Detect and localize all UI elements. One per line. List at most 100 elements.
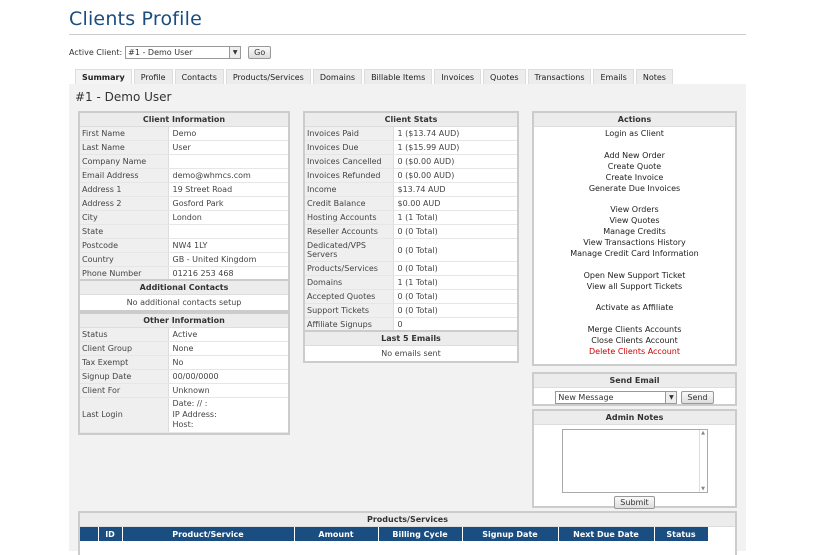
- select-column-header: [80, 527, 99, 541]
- products-services-title: Products/Services: [80, 513, 735, 527]
- last-emails-panel: Last 5 Emails No emails sent: [303, 330, 519, 363]
- table-row: Invoices Paid 1 ($13.74 AUD): [305, 127, 517, 142]
- tab-quotes[interactable]: Quotes: [483, 69, 526, 84]
- stat-label: Invoices Paid: [305, 127, 394, 142]
- field-label: Company Name: [80, 154, 169, 170]
- additional-contacts-panel: Additional Contacts No additional contac…: [78, 279, 290, 312]
- table-row: State: [80, 224, 288, 240]
- client-stats-title: Client Stats: [305, 113, 517, 127]
- stat-label: Hosting Accounts: [305, 210, 394, 226]
- delete-clients-account-link[interactable]: Delete Clients Account: [589, 347, 680, 358]
- table-row: Address 1 19 Street Road: [80, 182, 288, 198]
- view-all-support-tickets-link[interactable]: View all Support Tickets: [587, 282, 682, 293]
- field-label: Tax Exempt: [80, 355, 169, 371]
- view-transactions-history-link[interactable]: View Transactions History: [583, 238, 685, 249]
- column-header[interactable]: Next Due Date: [558, 527, 655, 541]
- actions-title: Actions: [534, 113, 735, 127]
- table-row: Invoices Refunded 0 ($0.00 AUD): [305, 168, 517, 184]
- client-information-table: First Name Demo Last Name User Company Nam…: [80, 127, 288, 282]
- send-email-button[interactable]: Send: [681, 391, 714, 404]
- stat-value: 0 ($0.00 AUD): [393, 168, 517, 184]
- manage-credits-link[interactable]: Manage Credits: [603, 227, 666, 238]
- tab-summary[interactable]: Summary: [75, 69, 132, 84]
- stat-value: 0 (0 Total): [393, 238, 517, 263]
- view-orders-link[interactable]: View Orders: [610, 205, 658, 216]
- open-new-support-ticket-link[interactable]: Open New Support Ticket: [584, 271, 686, 282]
- title-divider: [69, 34, 746, 35]
- tab-notes[interactable]: Notes: [635, 69, 673, 84]
- actions-list: Login as Client Add New Order Create Quo…: [534, 127, 735, 358]
- tab-contacts[interactable]: Contacts: [174, 69, 224, 84]
- stat-value: 0 (0 Total): [393, 224, 517, 240]
- tab-emails[interactable]: Emails: [593, 69, 634, 84]
- tab-domains[interactable]: Domains: [312, 69, 363, 84]
- edit-column-header: [708, 527, 735, 541]
- tab-content: #1 - Demo User Client Information First …: [69, 84, 746, 555]
- column-header[interactable]: Product/Service: [122, 527, 295, 541]
- field-value: Active: [168, 328, 288, 343]
- merge-clients-accounts-link[interactable]: Merge Clients Accounts: [588, 325, 682, 336]
- products-services-panel: Products/Services ID Product/Service Amo…: [78, 511, 737, 555]
- submit-notes-button[interactable]: Submit: [614, 496, 655, 509]
- add-new-order-link[interactable]: Add New Order: [604, 151, 665, 162]
- other-information-panel: Other Information Status Active Client Gr…: [78, 312, 290, 435]
- email-template-select[interactable]: New Message ▼: [555, 391, 678, 404]
- chevron-down-icon: ▼: [229, 47, 241, 58]
- tab-invoices[interactable]: Invoices: [434, 69, 482, 84]
- column-header[interactable]: Signup Date: [462, 527, 559, 541]
- table-row: Status Active: [80, 328, 288, 343]
- column-header[interactable]: Amount: [294, 527, 379, 541]
- field-label: Last Name: [80, 140, 169, 156]
- tab-profile[interactable]: Profile: [133, 69, 173, 84]
- column-header[interactable]: Billing Cycle: [378, 527, 463, 541]
- activate-as-affiliate-link[interactable]: Activate as Affiliate: [596, 303, 674, 314]
- stat-label: Domains: [305, 275, 394, 291]
- tab-billable-items[interactable]: Billable Items: [364, 69, 433, 84]
- column-header[interactable]: ID: [98, 527, 123, 541]
- tab-transactions[interactable]: Transactions: [527, 69, 592, 84]
- field-label: Status: [80, 328, 169, 343]
- manage-credit-card-link[interactable]: Manage Credit Card Information: [570, 249, 699, 260]
- stat-label: Invoices Due: [305, 140, 394, 156]
- field-value: [168, 224, 288, 240]
- additional-contacts-text: No additional contacts setup: [126, 298, 242, 307]
- table-row: Accepted Quotes 0 (0 Total): [305, 289, 517, 305]
- active-client-value: #1 - Demo User: [128, 48, 193, 57]
- field-value: London: [168, 210, 288, 226]
- table-row: Products/Services 0 (0 Total): [305, 261, 517, 277]
- stat-value: $13.74 AUD: [393, 182, 517, 198]
- table-row: City London: [80, 210, 288, 226]
- table-row: Postcode NW4 1LY: [80, 238, 288, 254]
- notes-scrollbar[interactable]: ▲ ▼: [698, 430, 707, 492]
- create-invoice-link[interactable]: Create Invoice: [606, 173, 664, 184]
- login-as-client-link[interactable]: Login as Client: [605, 129, 664, 140]
- stat-value: 0 (0 Total): [393, 303, 517, 319]
- column-header[interactable]: Status: [654, 527, 709, 541]
- table-row: Support Tickets 0 (0 Total): [305, 303, 517, 319]
- view-quotes-link[interactable]: View Quotes: [609, 216, 659, 227]
- table-row: First Name Demo: [80, 127, 288, 142]
- last-login-date: Date: // :: [172, 399, 208, 409]
- go-button[interactable]: Go: [248, 46, 272, 59]
- submit-row: Submit: [534, 496, 735, 509]
- stat-value: 0 (0 Total): [393, 289, 517, 305]
- field-label: Signup Date: [80, 369, 169, 385]
- stat-label: Invoices Refunded: [305, 168, 394, 184]
- field-label: Address 2: [80, 196, 169, 212]
- table-row: Credit Balance $0.00 AUD: [305, 196, 517, 212]
- last-emails-title: Last 5 Emails: [305, 332, 517, 346]
- tab-products-services[interactable]: Products/Services: [225, 69, 311, 84]
- field-value: 00/00/0000: [168, 369, 288, 385]
- admin-notes-title: Admin Notes: [534, 411, 735, 425]
- active-client-select[interactable]: #1 - Demo User ▼: [125, 46, 242, 59]
- create-quote-link[interactable]: Create Quote: [608, 162, 661, 173]
- field-label: First Name: [80, 127, 169, 142]
- field-label: Country: [80, 252, 169, 268]
- page-title: Clients Profile: [69, 8, 203, 30]
- table-row: Tax Exempt No: [80, 355, 288, 371]
- admin-notes-textarea[interactable]: ▲ ▼: [561, 429, 708, 493]
- close-clients-account-link[interactable]: Close Clients Account: [591, 336, 678, 347]
- stat-label: Support Tickets: [305, 303, 394, 319]
- generate-due-invoices-link[interactable]: Generate Due Invoices: [589, 184, 680, 195]
- table-row: Income $13.74 AUD: [305, 182, 517, 198]
